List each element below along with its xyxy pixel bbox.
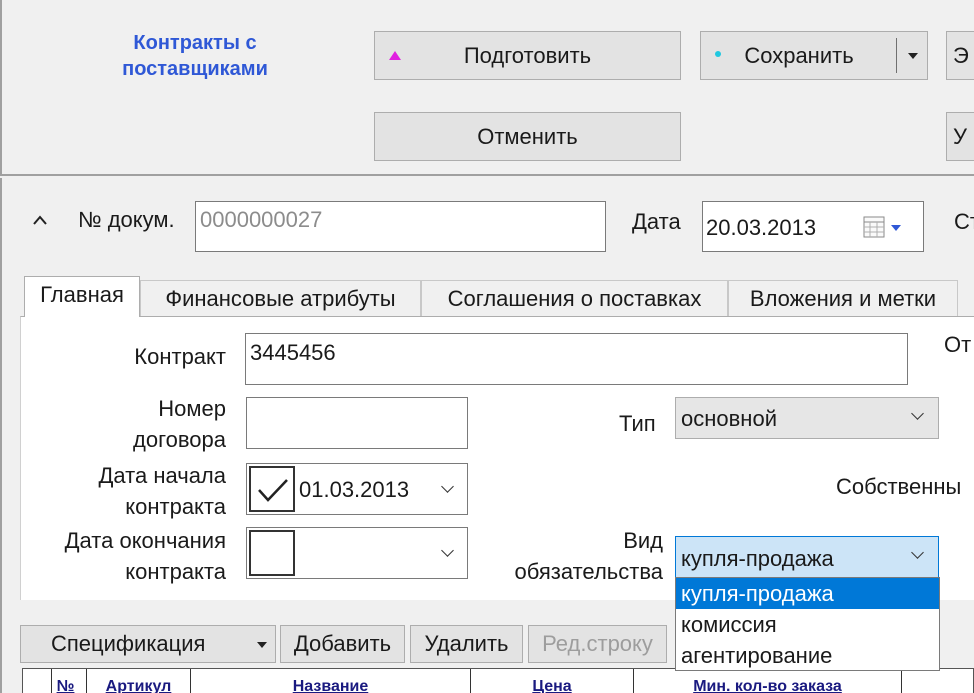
save-dropdown-arrow-icon[interactable] xyxy=(908,52,918,59)
type-select-value: основной xyxy=(681,406,777,431)
grid-header-article[interactable]: Артикул xyxy=(86,669,190,693)
agreement-number-label: Номер договора xyxy=(40,393,226,455)
end-date-chevron-down-icon xyxy=(441,544,454,557)
agreement-number-label-line1: Номер xyxy=(158,396,226,421)
end-date-picker[interactable] xyxy=(246,527,468,579)
own-partial-label: Собственны xyxy=(836,474,962,499)
doc-number-label: № докум. xyxy=(78,207,175,232)
save-split-button[interactable]: Сохранить xyxy=(700,31,928,80)
split-divider xyxy=(896,38,897,73)
calendar-icon[interactable] xyxy=(863,216,907,240)
delete-row-button[interactable]: Удалить xyxy=(410,625,523,663)
prepare-marker-icon xyxy=(389,50,401,60)
end-date-label-line1: Дата окончания xyxy=(64,528,226,553)
specification-grid: № Артикул Название Цена Мин. кол-во зака… xyxy=(22,668,974,693)
checkmark-icon xyxy=(258,479,288,502)
end-date-checkbox[interactable] xyxy=(249,530,295,576)
specification-menu-label: Спецификация xyxy=(51,631,206,656)
tab-delivery-agreements[interactable]: Соглашения о поставках xyxy=(421,280,728,316)
obligation-type-select[interactable]: купля-продажа xyxy=(675,536,939,578)
obligation-type-value: купля-продажа xyxy=(681,546,834,571)
grid-header-extra xyxy=(901,669,973,693)
start-date-chevron-down-icon xyxy=(441,480,454,493)
collapse-chevron-icon[interactable] xyxy=(32,214,48,226)
obligation-type-label-line1: Вид xyxy=(623,528,663,553)
date-label: Дата xyxy=(632,209,681,234)
edit-row-button: Ред.строку xyxy=(528,625,667,663)
date-picker[interactable]: 20.03.2013 xyxy=(702,201,924,252)
app-title: Контракты с поставщиками xyxy=(122,32,268,80)
contract-label: Контракт xyxy=(134,344,226,369)
tab-main[interactable]: Главная xyxy=(24,276,140,317)
dropdown-option[interactable]: агентирование xyxy=(676,640,939,671)
tab-attachments-tags[interactable]: Вложения и метки xyxy=(728,280,958,316)
save-button-label: Сохранить xyxy=(744,42,854,68)
contract-field[interactable]: 3445456 xyxy=(245,333,908,385)
start-date-checkbox[interactable] xyxy=(249,466,295,512)
cancel-button[interactable]: Отменить xyxy=(374,112,681,161)
right-bottom-button-label: У xyxy=(953,123,967,149)
right-top-button-label: Э xyxy=(953,42,969,68)
grid-header-name[interactable]: Название xyxy=(190,669,470,693)
right-top-button[interactable]: Э xyxy=(946,31,974,80)
prepare-button[interactable]: Подготовить xyxy=(374,31,681,80)
agreement-number-label-line2: договора xyxy=(133,427,226,452)
obligation-type-label: Вид обязательства xyxy=(470,525,664,587)
obligation-dropdown-list: купля-продажа комиссия агентирование xyxy=(675,577,940,671)
grid-header-number[interactable]: № xyxy=(51,669,79,693)
tab-financial-attributes[interactable]: Финансовые атрибуты xyxy=(140,280,421,316)
type-select[interactable]: основной xyxy=(675,397,939,439)
dropdown-option[interactable]: купля-продажа xyxy=(676,578,939,609)
obligation-type-label-line2: обязательства xyxy=(514,559,664,584)
start-date-label-line2: контракта xyxy=(125,494,226,519)
start-date-label: Дата начала контракта xyxy=(20,460,227,522)
start-date-label-line1: Дата начала xyxy=(98,463,227,488)
type-chevron-down-icon xyxy=(911,407,924,420)
agreement-number-field[interactable] xyxy=(246,397,468,449)
type-label: Тип xyxy=(619,411,656,436)
date-value: 20.03.2013 xyxy=(706,215,817,240)
dropdown-option[interactable]: комиссия xyxy=(676,609,939,640)
grid-header-price[interactable]: Цена xyxy=(470,669,633,693)
obligation-chevron-down-icon xyxy=(911,546,924,559)
prepare-button-label: Подготовить xyxy=(463,42,592,68)
start-date-picker[interactable]: 01.03.2013 xyxy=(246,463,468,515)
cancel-button-label: Отменить xyxy=(477,123,578,149)
specification-dropdown-arrow-icon xyxy=(257,642,267,648)
status-label-partial: Ст xyxy=(954,209,974,234)
add-row-button[interactable]: Добавить xyxy=(280,625,405,663)
grid-header-min-order-qty[interactable]: Мин. кол-во заказа xyxy=(633,669,901,693)
right-bottom-button[interactable]: У xyxy=(946,112,974,161)
end-date-label: Дата окончания контракта xyxy=(10,525,226,587)
end-date-label-line2: контракта xyxy=(125,559,226,584)
start-date-value: 01.03.2013 xyxy=(299,477,410,502)
save-marker-icon xyxy=(715,50,721,57)
right-partial-label: От xyxy=(944,332,972,357)
doc-number-field[interactable]: 0000000027 xyxy=(195,201,606,252)
specification-menu-button[interactable]: Спецификация xyxy=(20,625,276,663)
